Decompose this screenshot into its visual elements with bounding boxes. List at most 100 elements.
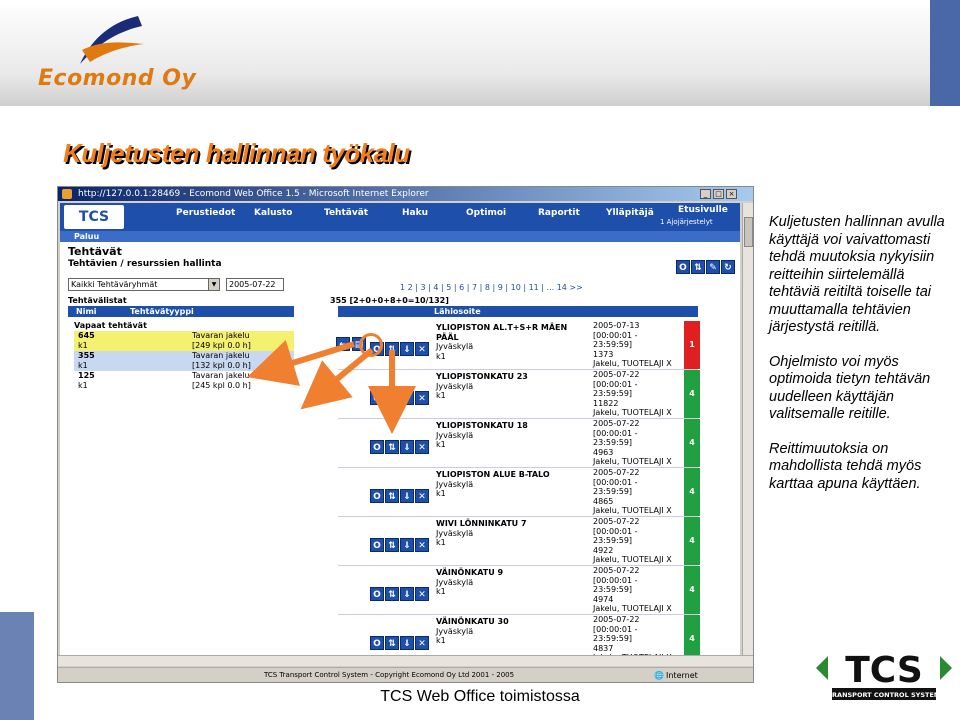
task-address-line: k1 <box>436 636 446 645</box>
minimize-button[interactable]: _ <box>700 189 711 199</box>
task-list-number: 355 <box>78 351 95 360</box>
download-icon[interactable]: ⇓ <box>400 342 414 356</box>
company-logo-swoosh <box>80 16 144 64</box>
task-list-type-label: Tavaran jakelu <box>192 331 250 340</box>
task-address-line: Jyväskylä <box>436 381 474 391</box>
task-list-type: Tavaran jakelu [245 kpl 0.0 h] <box>192 371 251 391</box>
task-address[interactable]: YLIOPISTON ALUE B-TALO Jyväskylä k1 <box>436 470 550 499</box>
maximize-button[interactable]: □ <box>713 189 724 199</box>
nav-raportit[interactable]: Raportit <box>538 208 580 218</box>
task-address[interactable]: WIVI LÖNNINKATU 7 Jyväskylä k1 <box>436 519 527 548</box>
move-icon[interactable]: ⇅ <box>385 489 399 503</box>
task-address-line: k1 <box>436 351 446 361</box>
open-icon[interactable]: O <box>676 260 690 274</box>
task-list-row[interactable]: 355 k1 Tavaran jakelu [132 kpl 0.0 h] <box>74 351 294 371</box>
download-icon[interactable]: ⇓ <box>400 538 414 552</box>
move-icon[interactable]: ⇅ <box>385 636 399 650</box>
move-icon[interactable]: ⇅ <box>385 538 399 552</box>
download-icon[interactable]: ⇓ <box>400 587 414 601</box>
scrollbar-thumb[interactable] <box>744 217 753 247</box>
move-icon[interactable]: ⇅ <box>385 342 399 356</box>
open-icon[interactable]: O <box>370 587 384 601</box>
task-date: 2005-07-22 <box>593 566 640 575</box>
task-address[interactable]: VÄINÖNKATU 9 Jyväskylä k1 <box>436 568 503 597</box>
task-address[interactable]: YLIOPISTONKATU 23 Jyväskylä k1 <box>436 372 528 401</box>
globe-icon: 🌐 <box>654 671 664 680</box>
back-arrow-icon[interactable]: ← <box>336 337 350 351</box>
task-list-id: 355 k1 <box>78 351 95 371</box>
task-list-number: 645 <box>78 331 95 340</box>
task-date: 2005-07-22 <box>593 468 640 477</box>
move-icon[interactable]: ⇅ <box>385 391 399 405</box>
date-field[interactable]: 2005-07-22 <box>226 278 284 291</box>
open-icon[interactable]: O <box>370 489 384 503</box>
task-count-badge: 4 <box>684 370 700 418</box>
open-icon[interactable]: O <box>370 440 384 454</box>
nav-tehtavat[interactable]: Tehtävät <box>324 208 368 218</box>
open-icon[interactable]: O <box>370 391 384 405</box>
task-address-line: PÄÄL <box>436 332 459 342</box>
nav-etusivu[interactable]: Etusivulle <box>678 205 728 215</box>
refresh-icon[interactable]: ↻ <box>721 260 735 274</box>
move-icon[interactable]: ⇅ <box>691 260 705 274</box>
task-count-badge: 1 <box>684 321 700 369</box>
free-tasks-row[interactable]: Vapaat tehtävät <box>74 321 294 331</box>
task-street: VÄINÖNKATU 30 <box>436 617 509 626</box>
delete-icon[interactable]: ✕ <box>415 440 429 454</box>
close-button[interactable]: × <box>726 189 737 199</box>
delete-icon[interactable]: ✕ <box>415 636 429 650</box>
delete-icon[interactable]: ✕ <box>415 538 429 552</box>
task-list-number: 125 <box>78 371 95 380</box>
task-group-select[interactable]: Kaikki Tehtäväryhmät ▼ <box>68 278 220 291</box>
nav-kalusto[interactable]: Kalusto <box>254 208 292 218</box>
col-type: Tehtävätyyppi <box>130 307 194 316</box>
move-icon[interactable]: ⇅ <box>385 587 399 601</box>
task-date: 2005-07-22 <box>593 370 640 379</box>
task-list-type-label: Tavaran jakelu <box>192 371 250 380</box>
vertical-scrollbar[interactable] <box>742 203 753 655</box>
task-window-end: 23:59:59] <box>593 585 633 594</box>
edit-icon[interactable]: ✎ <box>706 260 720 274</box>
delete-icon[interactable]: ✕ <box>415 391 429 405</box>
open-icon[interactable]: O <box>370 538 384 552</box>
back-link[interactable]: Paluu <box>60 231 740 242</box>
tcs-logo-tagline: TRANSPORT CONTROL SYSTEM <box>828 691 941 699</box>
status-zone: Internet <box>666 671 698 680</box>
download-icon[interactable]: ⇓ <box>400 489 414 503</box>
delete-icon[interactable]: ✕ <box>415 489 429 503</box>
nav-optimoi[interactable]: Optimoi <box>466 208 506 218</box>
task-info: 2005-07-22 [00:00:01 -23:59:59] 4922 Jakelu… <box>593 517 672 565</box>
delete-icon[interactable]: ✕ <box>415 587 429 601</box>
browser-window: http://127.0.0.1:28469 - Ecomond Web Off… <box>57 186 754 683</box>
ajojarjestys-link[interactable]: 1 Ajojärjestelyt <box>660 218 713 226</box>
nav-perustiedot[interactable]: Perustiedot <box>176 208 235 218</box>
task-list-row[interactable]: 125 k1 Tavaran jakelu [245 kpl 0.0 h] <box>74 371 294 391</box>
horizontal-scrollbar[interactable] <box>58 655 753 666</box>
task-action-icons: O ⇅ ⇓ ✕ <box>370 631 434 650</box>
task-list-row[interactable]: 645 k1 Tavaran jakelu [249 kpl 0.0 h] <box>74 331 294 351</box>
task-address-line: Jyväskylä <box>436 626 474 636</box>
task-address[interactable]: YLIOPISTONKATU 18 Jyväskylä k1 <box>436 421 528 450</box>
accent-strip-left <box>0 612 34 720</box>
task-id: 1373 <box>593 349 614 359</box>
download-icon[interactable]: ⇓ <box>400 440 414 454</box>
move-icon[interactable]: ⇅ <box>385 440 399 454</box>
task-date: 2005-07-13 <box>593 321 640 330</box>
tcs-logo: TCS TRANSPORT CONTROL SYSTEM <box>816 650 952 700</box>
download-icon[interactable]: ⇓ <box>400 391 414 405</box>
pagination[interactable]: 1 2 | 3 | 4 | 5 | 6 | 7 | 8 | 9 | 10 | 1… <box>400 283 583 292</box>
app-navbar: TCS Perustiedot Kalusto Tehtävät Haku Op… <box>60 203 740 231</box>
delete-icon[interactable]: ✕ <box>415 342 429 356</box>
task-window-end: 23:59:59] <box>593 634 633 643</box>
task-window-start: [00:00:01 - <box>593 379 638 389</box>
app-logo[interactable]: TCS <box>64 205 124 229</box>
task-list-id: 645 k1 <box>78 331 95 351</box>
nav-haku[interactable]: Haku <box>402 208 428 218</box>
download-icon[interactable]: ⇓ <box>400 636 414 650</box>
task-address[interactable]: VÄINÖNKATU 30 Jyväskylä k1 <box>436 617 509 646</box>
task-action-icons: O ⇅ ⇓ ✕ <box>370 533 434 552</box>
task-address[interactable]: YLIOPISTON AL.T+S+R MÄEN PÄÄL Jyväskylä k1 <box>436 323 567 361</box>
nav-yllapitaja[interactable]: Ylläpitäjä <box>606 208 654 218</box>
open-icon[interactable]: O <box>370 636 384 650</box>
task-list-amount: [245 kpl 0.0 h] <box>192 381 251 390</box>
